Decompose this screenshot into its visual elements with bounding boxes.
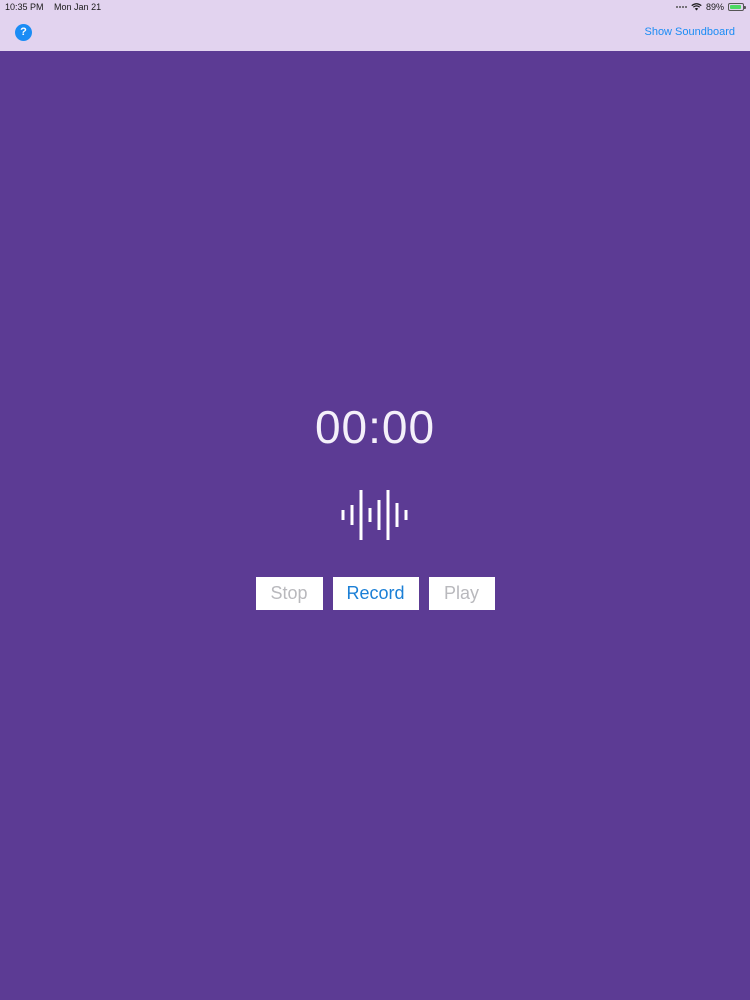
stop-button[interactable]: Stop [255,577,323,610]
show-soundboard-button[interactable]: Show Soundboard [644,26,735,38]
battery-percent: 89% [705,2,724,12]
battery-icon [728,3,746,11]
status-time: 10:35 PM [5,2,44,12]
status-bar-left: 10:35 PM Mon Jan 21 [5,2,101,12]
waveform-icon [341,490,408,540]
help-button[interactable]: ? [15,24,32,41]
top-bar: 10:35 PM Mon Jan 21 89% ? Show Soundboar… [0,0,750,51]
play-button[interactable]: Play [428,577,495,610]
wifi-icon [691,3,702,11]
signal-icon [675,6,687,8]
recorder-controls: Stop Record Play [0,577,750,610]
status-bar-right: 89% [675,2,746,12]
status-date: Mon Jan 21 [54,2,102,12]
timer-display: 00:00 [314,401,436,453]
battery-fill [730,5,741,9]
record-button[interactable]: Record [332,577,419,610]
